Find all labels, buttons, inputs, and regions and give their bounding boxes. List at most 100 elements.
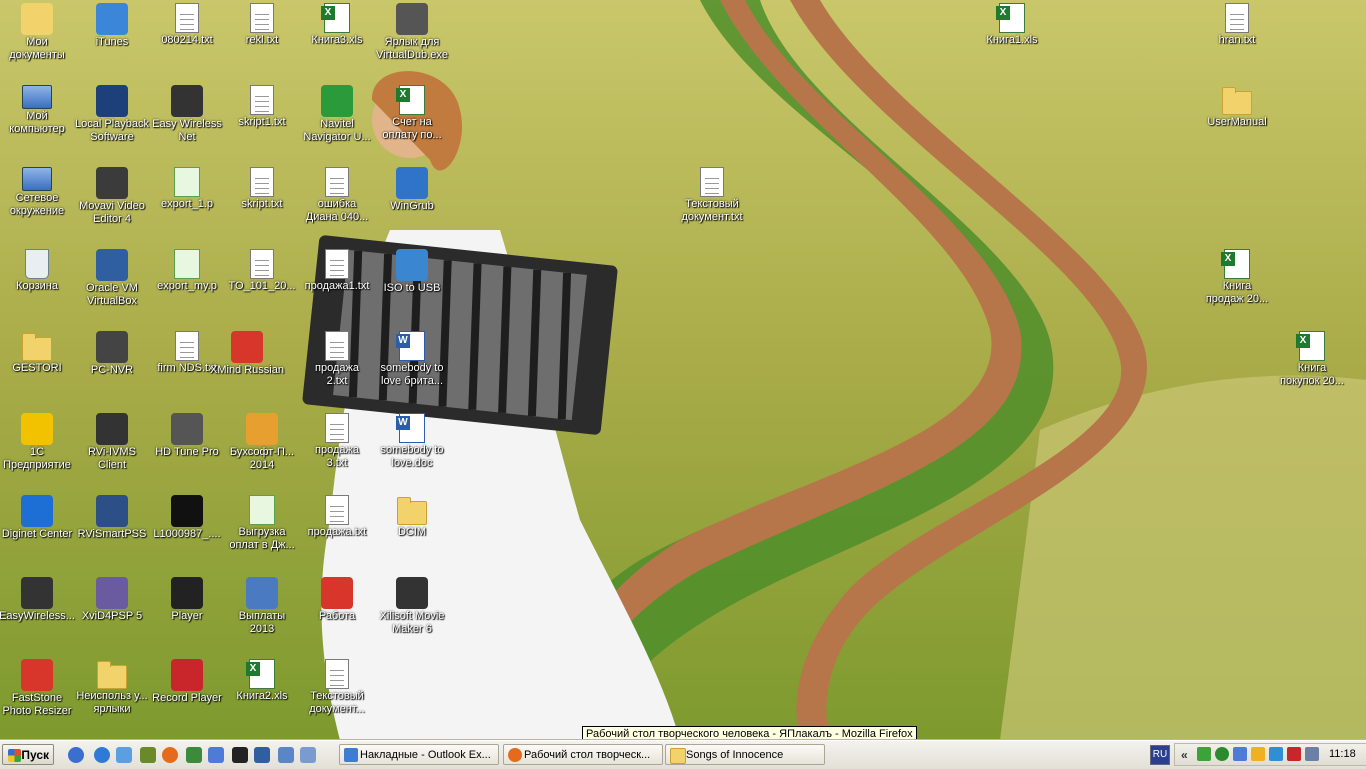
desktop-icon[interactable]: Navitel Navigator U...	[298, 85, 376, 144]
desktop-icon[interactable]: Книга3.xls	[298, 3, 376, 47]
desktop-icon[interactable]: iTunes	[73, 3, 151, 49]
desktop-icon[interactable]: Movavi Video Editor 4	[73, 167, 151, 226]
desktop-icon[interactable]: 1С Предприятие	[0, 413, 76, 472]
quick-launch-app-icon[interactable]	[278, 747, 294, 763]
desktop-icon[interactable]: XMind Russian	[208, 331, 286, 377]
desktop-icon[interactable]: FastStone Photo Resizer	[0, 659, 76, 718]
task-firefox[interactable]: Рабочий стол творческ...	[503, 744, 663, 765]
desktop-icon[interactable]: rekl.txt	[223, 3, 301, 47]
desktop-icon[interactable]: DCIM	[373, 495, 451, 539]
desktop-icon[interactable]: Работа	[298, 577, 376, 623]
desktop-icon[interactable]: Oracle VM VirtualBox	[73, 249, 151, 308]
desktop-icon[interactable]: Record Player	[148, 659, 226, 705]
desktop-icon[interactable]: продажа 3.txt	[298, 413, 376, 470]
desktop-icon[interactable]: Книга2.xls	[223, 659, 301, 703]
tray-app-icon[interactable]	[1215, 747, 1229, 761]
desktop-icon[interactable]: export_1.p	[148, 167, 226, 211]
desktop-icon[interactable]: ошибка Диана 040...	[298, 167, 376, 224]
network-icon[interactable]	[1305, 747, 1319, 761]
desktop-icon[interactable]: EasyWireless...	[0, 577, 76, 623]
desktop-icon[interactable]: Корзина	[0, 249, 76, 293]
player-icon	[171, 577, 203, 609]
desktop-icon[interactable]: skript1.txt	[223, 85, 301, 129]
desktop-icon[interactable]: Xilisoft Movie Maker 6	[373, 577, 451, 636]
internet-explorer-icon[interactable]	[94, 747, 110, 763]
text-file-icon	[250, 167, 274, 197]
tray-app-icon[interactable]	[1197, 747, 1211, 761]
clock[interactable]: 11:18	[1329, 748, 1356, 760]
outlook-express-icon[interactable]	[116, 747, 132, 763]
desktop-icon[interactable]: HD Tune Pro	[148, 413, 226, 459]
excel-file-icon	[396, 85, 425, 115]
desktop-icon[interactable]: Мой компьютер	[0, 85, 76, 136]
language-indicator[interactable]: RU	[1150, 745, 1170, 765]
quick-launch-app-icon[interactable]	[186, 747, 202, 763]
firefox-icon[interactable]	[162, 747, 178, 763]
desktop-icon[interactable]: продажа1.txt	[298, 249, 376, 293]
desktop-icon[interactable]: Неиспольз у... ярлыки	[73, 659, 151, 716]
desktop-icon[interactable]: Бухсофт-П... 2014	[223, 413, 301, 472]
desktop-icon[interactable]: Книга покупок 20...	[1273, 331, 1351, 388]
desktop-icon[interactable]: Сетевое окружение	[0, 167, 76, 218]
desktop-icon[interactable]: продажа.txt	[298, 495, 376, 539]
desktop-icon[interactable]: GESTORI	[0, 331, 76, 375]
quick-launch-app-icon[interactable]	[140, 747, 156, 763]
excel-file-icon	[246, 659, 275, 689]
desktop-icon[interactable]: Текстовый документ...	[298, 659, 376, 716]
task-outlook[interactable]: Накладные - Outlook Ex...	[339, 744, 499, 765]
desktop-icon[interactable]: Easy Wireless Net	[148, 85, 226, 144]
desktop-icon-label: продажа 3.txt	[315, 444, 359, 469]
desktop-icon-label: skript1.txt	[238, 116, 286, 128]
desktop-icon[interactable]: Diginet Center	[0, 495, 76, 541]
desktop-icon[interactable]: L1000987_....	[148, 495, 226, 541]
desktop-icon[interactable]: somebody to love.doc	[373, 413, 451, 470]
desktop-icon[interactable]: somebody to love брита...	[373, 331, 451, 388]
desktop-icon-label: ISO to USB	[383, 282, 441, 294]
desktop-icon[interactable]: ISO to USB	[373, 249, 451, 295]
desktop-icon[interactable]: Книга1.xls	[973, 3, 1051, 47]
desktop-icon[interactable]: UserManual	[1198, 85, 1276, 129]
desktop-icon-label: Local Playback Software	[75, 118, 149, 143]
desktop-icon-label: skript.txt	[241, 198, 283, 210]
navitel-icon	[321, 85, 353, 117]
desktop-icon[interactable]: Ярлык для VirtualDub.exe	[373, 3, 451, 62]
desktop-icon[interactable]: Local Playback Software	[73, 85, 151, 144]
desktop-icon[interactable]: Player	[148, 577, 226, 623]
media-player-icon[interactable]	[68, 747, 84, 763]
task-folder[interactable]: Songs of Innocence	[665, 744, 825, 765]
start-button[interactable]: Пуск	[2, 744, 54, 765]
desktop-icon[interactable]: hran.txt	[1198, 3, 1276, 47]
desktop-icon[interactable]: продажа 2.txt	[298, 331, 376, 388]
quick-launch-app-icon[interactable]	[254, 747, 270, 763]
desktop-icon-label: UserManual	[1207, 116, 1267, 128]
desktop-icon[interactable]: Выплаты 2013	[223, 577, 301, 636]
desktop-icon[interactable]: skript.txt	[223, 167, 301, 211]
desktop-icon[interactable]: 080214.txt	[148, 3, 226, 47]
quick-launch-app-icon[interactable]	[300, 747, 316, 763]
desktop-icon-label: L1000987_....	[153, 528, 221, 540]
tray-app-icon[interactable]	[1251, 747, 1265, 761]
desktop-icon[interactable]: TO_101_20...	[223, 249, 301, 293]
desktop-icon-label: FastStone Photo Resizer	[2, 692, 72, 717]
desktop-icon[interactable]: WinGrub	[373, 167, 451, 213]
quick-launch-app-icon[interactable]	[232, 747, 248, 763]
desktop-icon[interactable]: export_my.p	[148, 249, 226, 293]
desktop-icon-label: export_my.p	[157, 280, 217, 292]
vk-icon[interactable]	[208, 747, 224, 763]
vk-icon[interactable]	[1233, 747, 1247, 761]
desktop-icon-label: RViSmartPSS	[77, 528, 147, 540]
desktop-icon[interactable]: Книга продаж 20...	[1198, 249, 1276, 306]
desktop-icon[interactable]: Мои документы	[0, 3, 76, 62]
tray-expand-icon[interactable]: «	[1181, 748, 1188, 762]
desktop-icon[interactable]: XviD4PSP 5	[73, 577, 151, 623]
desktop-icon-label: PC-NVR	[90, 364, 134, 376]
desktop-icon[interactable]: Счет на оплату по...	[373, 85, 451, 142]
tray-app-icon[interactable]	[1269, 747, 1283, 761]
desktop-icon[interactable]: Текстовый документ.txt	[673, 167, 751, 224]
antivirus-icon[interactable]	[1287, 747, 1301, 761]
text-file-icon	[175, 3, 199, 33]
desktop-icon[interactable]: Выгрузка оплат в Дж...	[223, 495, 301, 552]
desktop-icon[interactable]: RViSmartPSS	[73, 495, 151, 541]
desktop-icon[interactable]: PC-NVR	[73, 331, 151, 377]
desktop-icon[interactable]: RVi-IVMS Client	[73, 413, 151, 472]
